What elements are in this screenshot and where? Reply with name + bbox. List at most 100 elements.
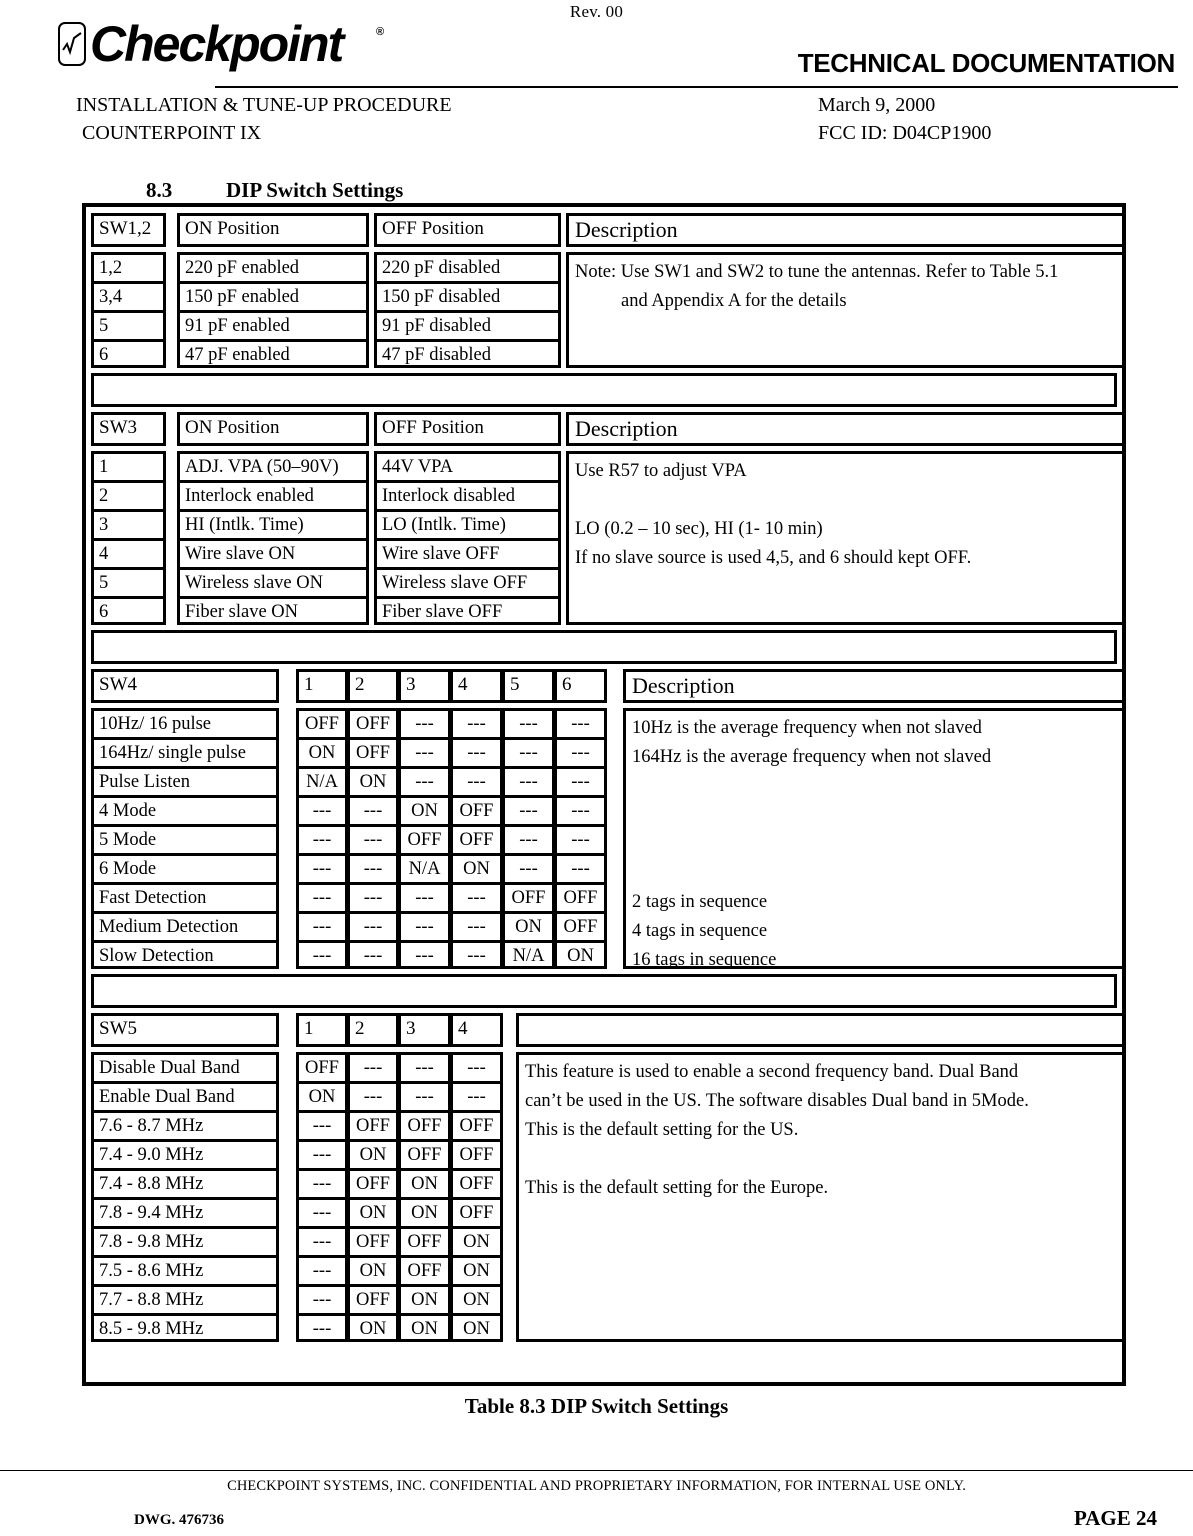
sw5-pin3-column: --- --- OFF OFF ON ON OFF OFF ON ON [398, 1052, 451, 1342]
sw5-value-cell: ON [401, 1287, 448, 1316]
sw3-switch-cell: 4 [94, 541, 163, 570]
sw4-value-cell: --- [505, 711, 552, 740]
sw4-value-cell: --- [453, 740, 500, 769]
block-spacer [91, 974, 1117, 1008]
sw3-off-cell: 44V VPA [377, 454, 558, 483]
sw3-header-switch: SW3 [91, 412, 166, 446]
sw4-value-cell: OFF [505, 885, 552, 914]
sw12-off-cell: 91 pF disabled [377, 313, 558, 342]
zigzag-wave-icon [62, 32, 82, 56]
sw12-switch-cell: 1,2 [94, 255, 163, 284]
sw4-body-row: 10Hz/ 16 pulse 164Hz/ single pulse Pulse… [91, 708, 1125, 970]
block-spacer [91, 373, 1117, 407]
sw5-pin-header: 4 [450, 1013, 503, 1047]
sw4-value-cell: --- [401, 885, 448, 914]
sw3-switch-cell: 5 [94, 570, 163, 599]
header-product-line: COUNTERPOINT IX [82, 122, 262, 144]
sw5-pin-header: 1 [296, 1013, 348, 1047]
sw3-off-column: 44V VPA Interlock disabled LO (Intlk. Ti… [374, 451, 561, 625]
sw5-value-cell: --- [299, 1200, 345, 1229]
sw5-value-cell: OFF [401, 1258, 448, 1287]
sw5-row-label: Enable Dual Band [94, 1084, 276, 1113]
sw3-description-cell: Use R57 to adjust VPA LO (0.2 – 10 sec),… [566, 451, 1125, 625]
sw5-value-cell: ON [453, 1229, 500, 1258]
sw4-value-cell: --- [505, 856, 552, 885]
sw5-value-cell: OFF [350, 1113, 396, 1142]
sw5-value-cell: OFF [350, 1287, 396, 1316]
sw4-value-cell: N/A [512, 946, 545, 966]
sw5-value-cell: OFF [401, 1113, 448, 1142]
sw12-off-cell: 220 pF disabled [377, 255, 558, 284]
sw5-value-cell: ON [350, 1258, 396, 1287]
sw4-value-cell: --- [453, 885, 500, 914]
sw4-value-cell: --- [557, 740, 604, 769]
sw4-value-cell: --- [350, 856, 396, 885]
sw12-header-row: SW1,2 ON Position OFF Position Descripti… [91, 213, 1125, 247]
dip-switch-settings-table: SW1,2 ON Position OFF Position Descripti… [82, 203, 1126, 1386]
sw12-header-on: ON Position [177, 213, 369, 247]
sw4-value-cell: --- [401, 740, 448, 769]
sw4-header-description: Description [623, 669, 1125, 703]
section-title-text: DIP Switch Settings [226, 178, 404, 202]
sw4-value-cell: --- [363, 946, 383, 966]
sw5-value-cell: --- [299, 1113, 345, 1142]
sw5-value-cell: OFF [453, 1171, 500, 1200]
sw3-switch-cell: 2 [94, 483, 163, 512]
sw5-pin4-column: --- --- OFF OFF OFF OFF ON ON ON ON [450, 1052, 503, 1342]
sw3-header-off: OFF Position [374, 412, 561, 446]
sw4-pin-header: 5 [502, 669, 555, 703]
footer-confidentiality-notice: CHECKPOINT SYSTEMS, INC. CONFIDENTIAL AN… [227, 1478, 966, 1494]
sw5-block: SW5 1 2 3 4 Disable Dual Band Enable Dua… [91, 1013, 1125, 1342]
sw3-on-cell: ADJ. VPA (50–90V) [180, 454, 366, 483]
sw5-value-cell: ON [411, 1319, 438, 1339]
sw4-value-cell: --- [350, 798, 396, 827]
sw12-body-row: 1,2 3,4 5 6 220 pF enabled 150 pF enable… [91, 252, 1125, 368]
footer-drawing-number: DWG. 476736 [134, 1512, 224, 1528]
sw3-header-on: ON Position [177, 412, 369, 446]
sw5-value-cell: OFF [299, 1055, 345, 1084]
sw4-row-label: 164Hz/ single pulse [94, 740, 276, 769]
sw5-label-column: Disable Dual Band Enable Dual Band 7.6 -… [91, 1052, 279, 1342]
header-procedure-line: INSTALLATION & TUNE-UP PROCEDURE [76, 94, 452, 116]
sw4-row-label: Slow Detection [99, 946, 214, 966]
sw3-on-cell: Interlock enabled [180, 483, 366, 512]
sw5-value-cell: --- [299, 1229, 345, 1258]
sw4-value-cell: --- [505, 769, 552, 798]
sw4-value-cell: --- [453, 769, 500, 798]
sw4-row-label: Pulse Listen [94, 769, 276, 798]
sw12-switch-cell: 6 [99, 345, 109, 365]
sw3-switch-cell: 3 [94, 512, 163, 541]
sw4-description-spacer [632, 859, 1116, 888]
sw4-value-cell: --- [401, 711, 448, 740]
sw4-value-cell: OFF [350, 711, 396, 740]
sw5-description-cell: This feature is used to enable a second … [516, 1052, 1125, 1342]
sw5-value-cell: --- [299, 1258, 345, 1287]
sw3-off-cell: Interlock disabled [377, 483, 558, 512]
sw4-pin4-column: --- --- --- OFF OFF ON --- --- --- [450, 708, 503, 969]
sw12-header-description: Description [566, 213, 1125, 247]
sw5-row-label: 7.5 - 8.6 MHz [94, 1258, 276, 1287]
sw5-body-row: Disable Dual Band Enable Dual Band 7.6 -… [91, 1052, 1125, 1342]
sw5-header-row: SW5 1 2 3 4 [91, 1013, 1125, 1047]
sw4-value-cell: ON [401, 798, 448, 827]
sw4-value-cell: --- [505, 740, 552, 769]
sw5-value-cell: --- [401, 1055, 448, 1084]
sw5-value-cell: ON [453, 1258, 500, 1287]
registered-trademark-icon: ® [376, 26, 385, 38]
sw3-on-cell: Wireless slave ON [180, 570, 366, 599]
sw5-value-cell: OFF [401, 1142, 448, 1171]
sw4-value-cell: OFF [350, 740, 396, 769]
sw4-value-cell: --- [505, 827, 552, 856]
sw4-value-cell: --- [453, 711, 500, 740]
sw5-row-label: 7.6 - 8.7 MHz [94, 1113, 276, 1142]
sw4-value-cell: ON [567, 946, 594, 966]
sw4-pin6-column: --- --- --- --- --- --- OFF OFF ON [554, 708, 607, 969]
technical-documentation-title: TECHNICAL DOCUMENTATION [797, 48, 1176, 78]
sw5-value-cell: ON [350, 1200, 396, 1229]
sw4-description-line: 10Hz is the average frequency when not s… [632, 718, 982, 738]
sw4-value-cell: --- [415, 946, 434, 966]
sw4-value-cell: --- [505, 798, 552, 827]
sw4-row-label: 5 Mode [94, 827, 276, 856]
sw12-switch-cell: 5 [94, 313, 163, 342]
sw5-value-cell: --- [299, 1171, 345, 1200]
